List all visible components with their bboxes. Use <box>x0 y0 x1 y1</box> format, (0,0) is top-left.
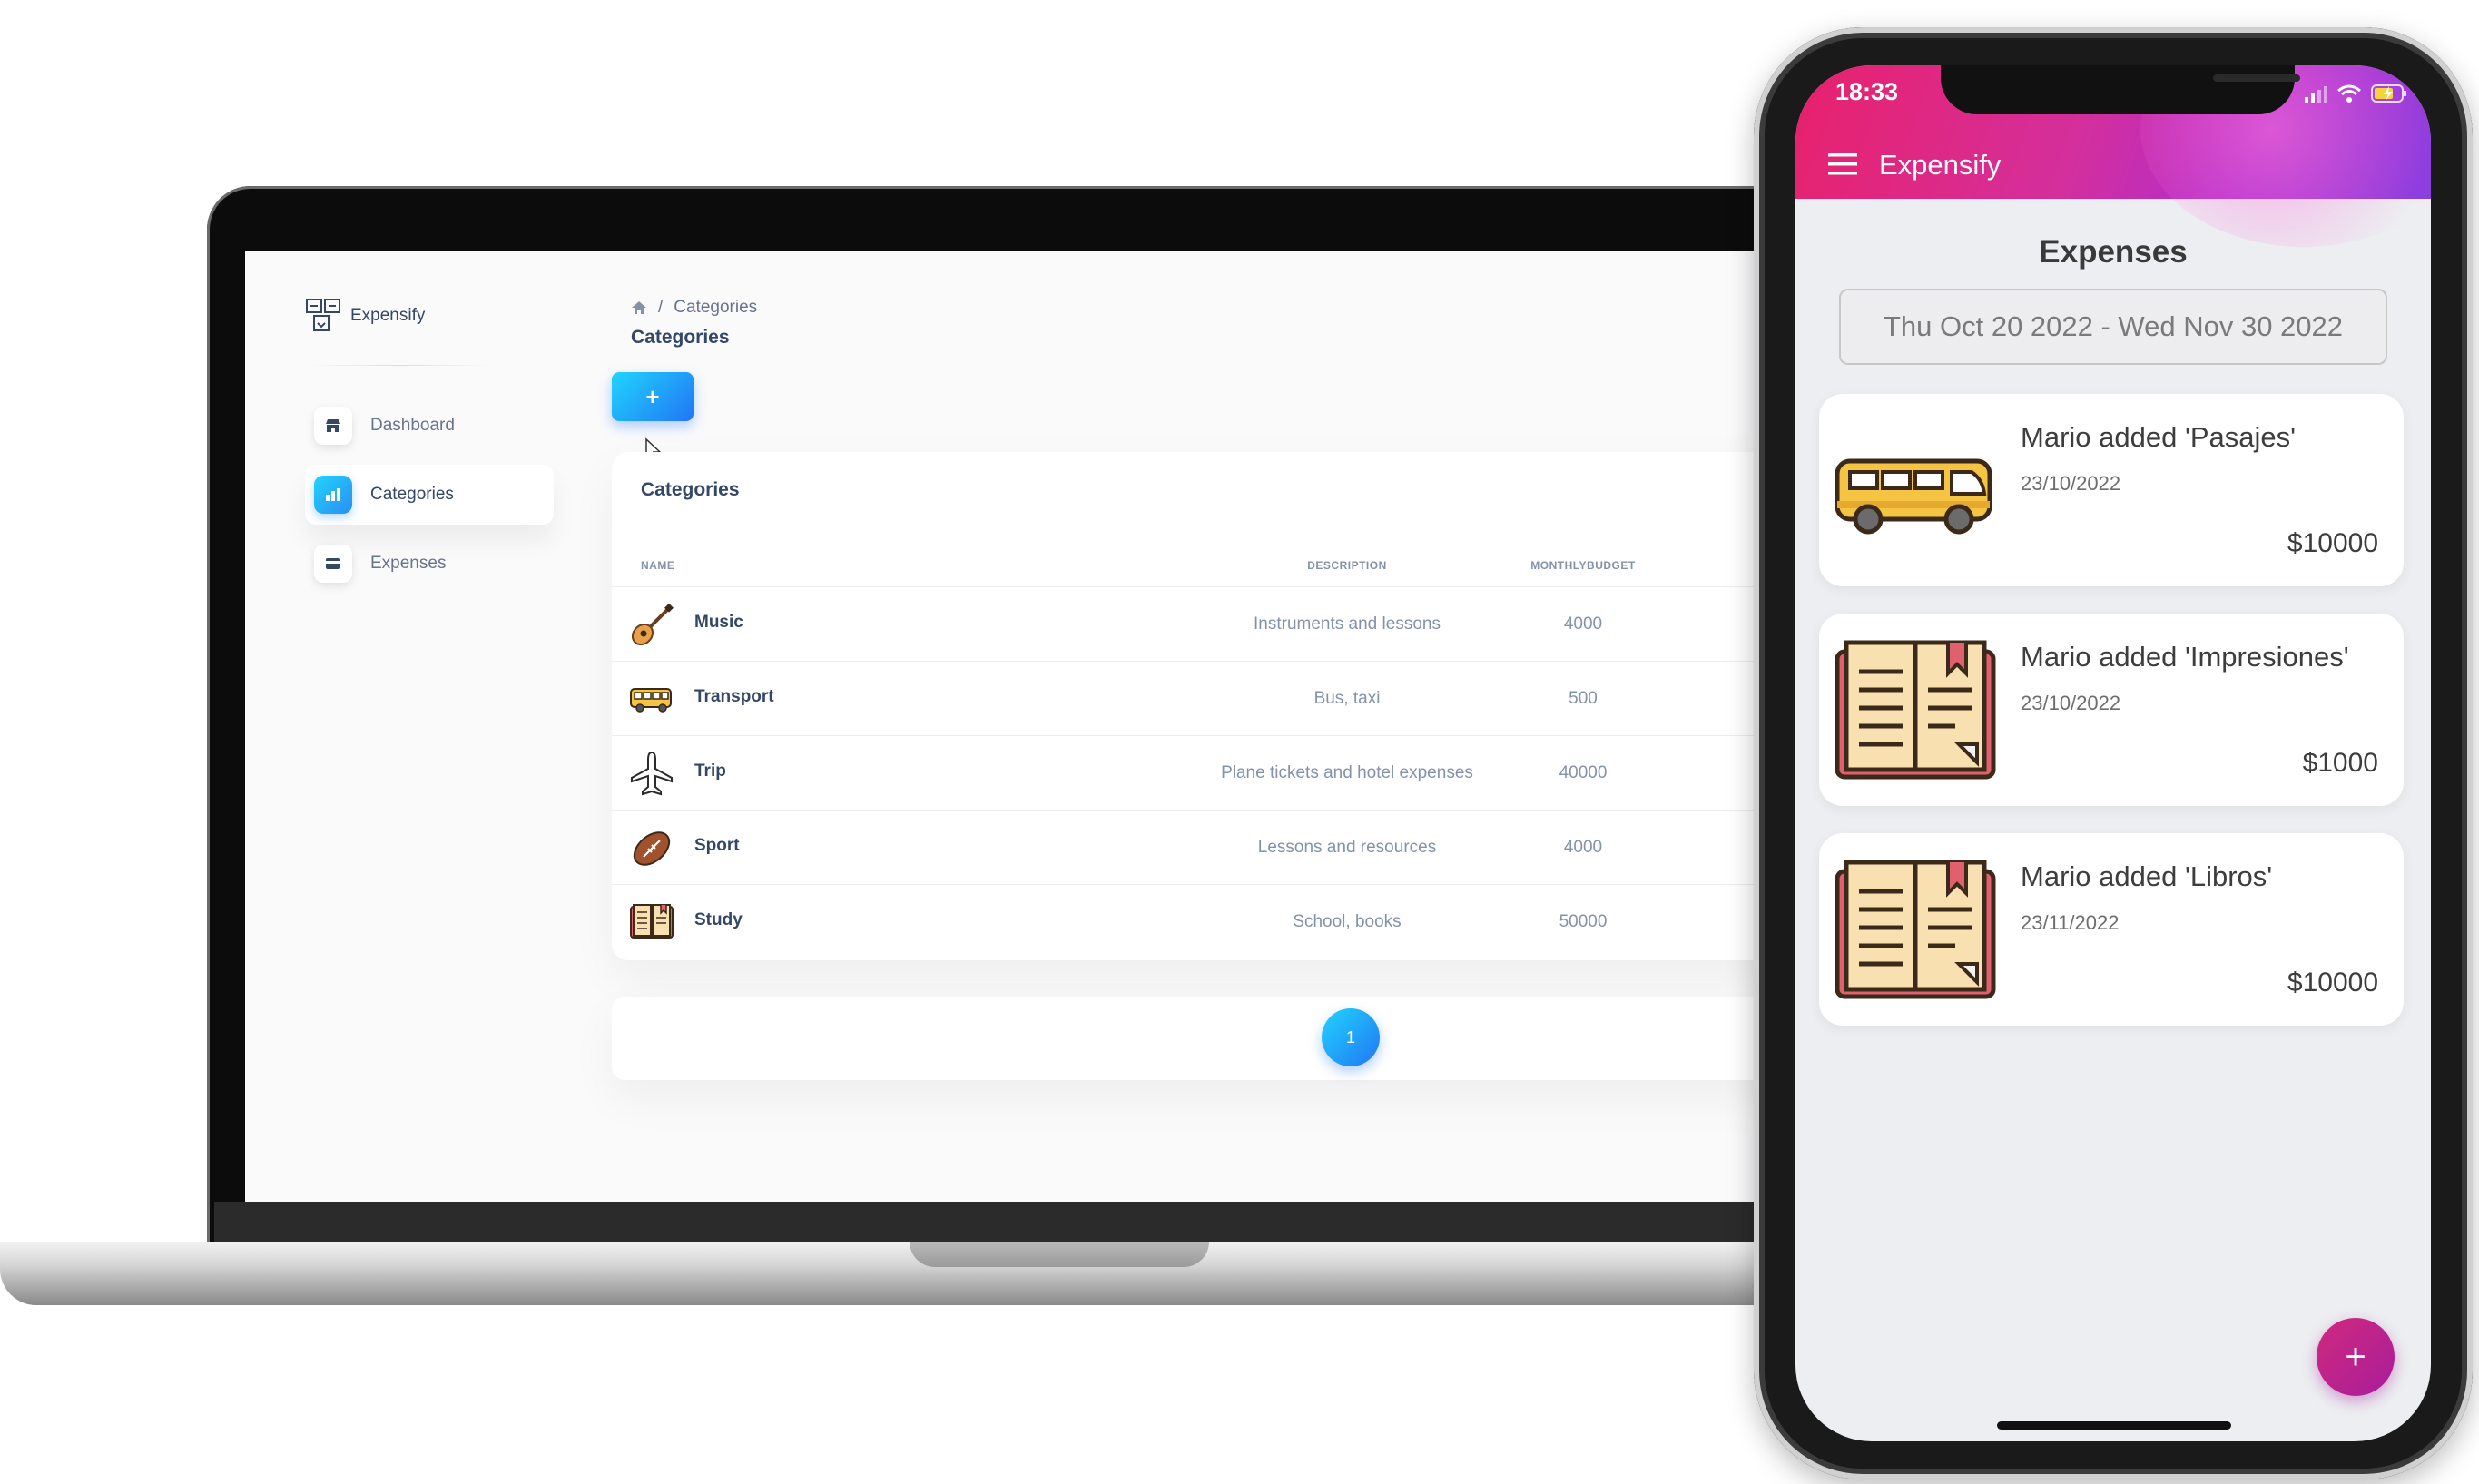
pagination: 1 <box>612 997 1788 1080</box>
table-row[interactable]: Sport Lessons and resources 4000 <box>612 810 1788 885</box>
category-budget: 4000 <box>1563 838 1603 857</box>
table-row[interactable]: Music Instruments and lessons 4000 <box>612 586 1788 662</box>
add-expense-fab[interactable]: + <box>2317 1318 2395 1396</box>
bus-icon <box>630 688 672 713</box>
breadcrumb-separator: / <box>658 298 664 317</box>
breadcrumb-current: Categories <box>674 298 758 317</box>
laptop-notch <box>910 1242 1209 1267</box>
expense-date: 23/10/2022 <box>2021 472 2121 495</box>
laptop-chin <box>214 1202 1821 1242</box>
home-icon[interactable] <box>631 300 647 315</box>
expense-amount: $1000 <box>2302 748 2378 778</box>
pagination-page-button[interactable]: 1 <box>1322 1008 1380 1066</box>
breadcrumb: / Categories <box>631 298 757 318</box>
app-logo[interactable]: Expensify <box>305 298 425 334</box>
expense-card[interactable]: Mario added 'Pasajes' 23/10/2022 $10000 <box>1819 394 2404 586</box>
status-time: 18:33 <box>1835 78 1899 105</box>
football-icon <box>633 831 671 866</box>
column-header-monthlybudget: MONTHLYBUDGET <box>1530 559 1636 572</box>
phone-notch <box>1941 65 2300 114</box>
bus-icon <box>1835 458 1992 535</box>
phone-speaker <box>2213 74 2300 82</box>
add-category-button[interactable]: + <box>612 372 694 421</box>
sidebar-item-dashboard[interactable]: Dashboard <box>305 396 554 456</box>
sidebar-divider <box>309 365 490 366</box>
category-budget: 50000 <box>1559 912 1608 931</box>
page-title: Categories <box>631 327 730 348</box>
sidebar-item-label: Categories <box>370 485 454 504</box>
sidebar-item-label: Dashboard <box>370 416 455 435</box>
chart-icon <box>314 476 352 514</box>
category-budget: 500 <box>1569 689 1598 708</box>
book-icon <box>1835 860 1996 999</box>
card-title: Categories <box>641 479 740 500</box>
airplane-icon <box>631 751 673 796</box>
book-icon <box>630 904 674 939</box>
battery-icon <box>2371 84 2406 103</box>
category-budget: 4000 <box>1563 614 1603 634</box>
desktop-screen: Expensify Dashboard Categories Expenses … <box>245 251 1788 1202</box>
expense-date: 23/10/2022 <box>2021 692 2121 714</box>
category-budget: 40000 <box>1559 763 1608 782</box>
category-name: Music <box>694 613 743 632</box>
table-row[interactable]: Transport Bus, taxi 500 <box>612 661 1788 736</box>
date-range-picker[interactable]: Thu Oct 20 2022 - Wed Nov 30 2022 <box>1839 289 2387 365</box>
card-icon <box>314 545 352 583</box>
column-header-name: NAME <box>641 559 675 572</box>
signal-icon <box>2305 86 2327 103</box>
mobile-app-title: Expensify <box>1879 149 2002 181</box>
logo-icon <box>306 299 340 331</box>
hamburger-menu-icon[interactable] <box>1828 152 1857 177</box>
expense-amount: $10000 <box>2287 528 2378 558</box>
expense-title: Mario added 'Pasajes' <box>2021 421 2297 453</box>
expense-card[interactable]: Mario added 'Impresiones' 23/10/2022 $10… <box>1819 614 2404 806</box>
book-icon <box>1835 640 1996 780</box>
categories-card: Categories NAME DESCRIPTION MONTHLYBUDGE… <box>612 452 1788 960</box>
guitar-icon <box>631 603 674 646</box>
store-icon <box>314 407 352 445</box>
wifi-icon <box>2337 84 2361 103</box>
expense-title: Mario added 'Libros' <box>2021 860 2273 892</box>
sidebar-item-categories[interactable]: Categories <box>305 465 554 525</box>
category-name: Sport <box>694 836 740 855</box>
category-name: Trip <box>694 762 726 781</box>
sidebar-item-expenses[interactable]: Expenses <box>305 534 554 594</box>
expense-amount: $10000 <box>2287 968 2378 998</box>
expense-card[interactable]: Mario added 'Libros' 23/11/2022 $10000 <box>1819 833 2404 1026</box>
home-indicator <box>1997 1421 2231 1430</box>
mobile-screen: 18:33 Expensify Expenses Thu Oct 20 2022… <box>1795 65 2431 1441</box>
screen-title: Expenses <box>2039 234 2188 270</box>
category-name: Transport <box>694 687 774 706</box>
table-row[interactable]: Study School, books 50000 <box>612 884 1788 959</box>
expense-title: Mario added 'Impresiones' <box>2021 641 2349 673</box>
table-row[interactable]: Trip Plane tickets and hotel expenses 40… <box>612 735 1788 811</box>
app-name: Expensify <box>350 306 426 325</box>
category-name: Study <box>694 910 743 929</box>
expense-date: 23/11/2022 <box>2021 911 2120 934</box>
status-icons <box>2304 84 2407 103</box>
sidebar-item-label: Expenses <box>370 554 447 573</box>
